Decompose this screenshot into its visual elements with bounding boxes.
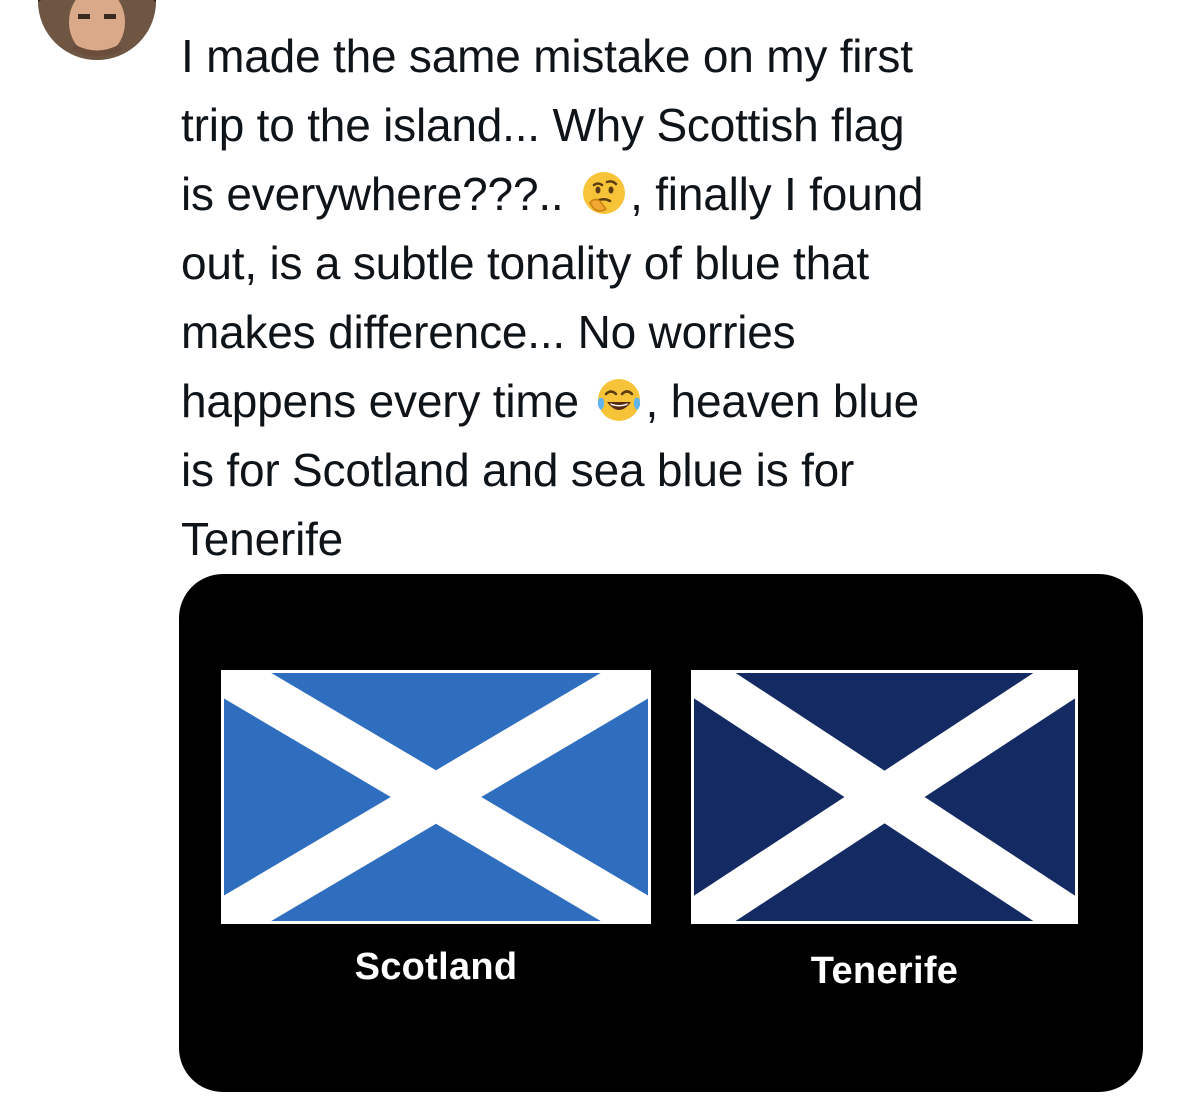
tweet-line-text: , heaven blue	[645, 375, 920, 427]
tweet-line: out, is a subtle tonality of blue that	[181, 237, 869, 289]
tweet-line: I made the same mistake on my first	[181, 30, 913, 82]
tweet-line-text: is everywhere???..	[181, 168, 577, 220]
tweet-line: happens every time , heaven blue	[181, 367, 1141, 436]
tweet-line-text: , finally I found	[630, 168, 924, 220]
scotland-label: Scotland	[354, 946, 518, 988]
tweet-line: makes difference... No worries	[181, 306, 796, 358]
tweet-line-text: trip to the island... Why Scottish flag	[181, 99, 905, 151]
tweet-line: trip to the island... Why Scottish flag	[181, 91, 1141, 160]
tweet-line: Tenerife	[181, 513, 344, 565]
tweet-line-text: happens every time	[181, 375, 592, 427]
scotland-flag	[221, 670, 651, 924]
avatar-image	[38, 0, 156, 60]
tenerife-label: Tenerife	[810, 950, 959, 992]
avatar[interactable]	[38, 0, 156, 60]
tweet-line: is for Scotland and sea blue is for	[181, 444, 855, 496]
tweet-line: is everywhere???.. , finally I found	[181, 160, 1141, 229]
tweet-text: I made the same mistake on my first trip…	[181, 22, 1141, 574]
tweet-media-image[interactable]: Scotland Tenerife	[179, 574, 1143, 1092]
tenerife-flag	[691, 670, 1078, 924]
thinking-face-icon	[580, 169, 628, 217]
tears-of-joy-icon	[595, 376, 643, 424]
